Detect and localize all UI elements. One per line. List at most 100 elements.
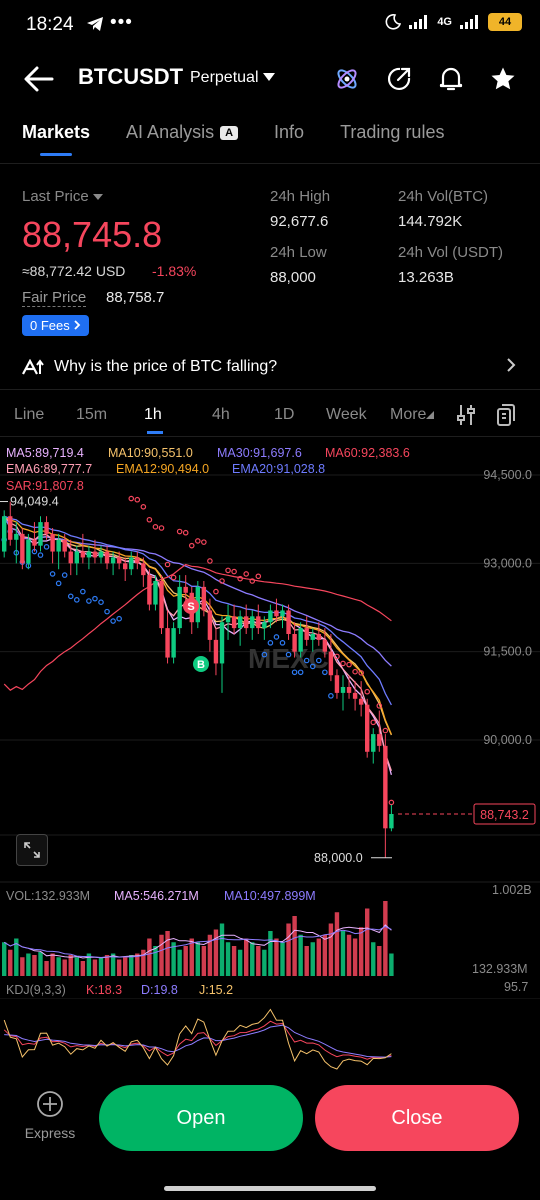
vol-bar [20,957,25,976]
candle-body [286,610,291,634]
back-button[interactable] [22,62,56,96]
symbol-title[interactable]: BTCUSDT [78,64,183,90]
express-label: Express [24,1125,76,1141]
vol-bar [280,942,285,976]
candle-body [14,533,19,540]
tf-1h[interactable]: 1h [144,406,166,434]
y-axis-ticks: 94,500.0 93,000.0 91,500.0 90,000.0 [483,468,532,747]
tf-more[interactable]: More [390,406,452,424]
candle-body [352,692,358,699]
sar-dot [49,571,56,577]
vol-bar [2,942,7,976]
last-price-label[interactable]: Last Price [22,188,103,205]
y-tick-label: 93,000.0 [483,556,532,570]
tf-line[interactable]: Line [14,406,76,424]
vol-bar [244,938,249,976]
tab-markets[interactable]: Markets [22,122,90,156]
sar-dot [98,599,104,606]
candle-body [304,628,309,640]
candle-body [328,651,334,676]
vol-bar [68,955,73,976]
chart-mode-button[interactable] [496,403,516,432]
star-icon [491,67,515,90]
tab-info[interactable]: Info [274,122,304,143]
tf-15m[interactable]: 15m [76,406,144,424]
favorite-button[interactable] [486,62,520,96]
caret-down-icon [262,73,275,81]
divider [0,389,540,390]
home-indicator [164,1186,376,1191]
low-24h-value: 88,000 [270,269,316,286]
vol-bar [183,946,188,976]
y-tick-label: 94,500.0 [483,468,532,482]
vol-bar [383,901,388,976]
candle-body [165,628,170,658]
fair-price-label[interactable]: Fair Price [22,289,87,307]
sar-dot [328,693,334,699]
candle-body [389,814,394,829]
vol-bar [286,923,291,976]
sar-dot [231,568,237,575]
candle-body [365,704,370,752]
ai-question-link[interactable]: Why is the price of BTC falling? [22,358,277,376]
tab-trading-rules[interactable]: Trading rules [340,122,444,143]
indicator-settings-button[interactable] [456,404,476,431]
vol-bar [50,953,55,976]
fullscreen-button[interactable] [16,834,48,866]
candle-body [274,610,279,617]
contract-type-selector[interactable]: Perpetual [190,69,275,87]
contract-type-label: Perpetual [190,69,259,86]
kdj-max-label: 95.7 [504,980,529,994]
candle-body [110,557,116,564]
candle-body [92,551,98,558]
tf-1d[interactable]: 1D [274,406,326,424]
candle-body [62,539,67,552]
vol-bar [116,959,122,976]
price-change: -1.83% [152,263,197,279]
ai-atom-button[interactable] [330,62,364,96]
chevron-right-icon[interactable] [506,358,516,377]
tab-ai-analysis[interactable]: AI Analysis A [126,122,239,143]
low-24h-label: 24h Low [270,244,327,261]
alert-button[interactable] [434,62,468,96]
candle-body [123,563,128,570]
sar-dot [116,615,122,622]
vol-bar [328,923,334,976]
sar-dot [86,598,92,604]
candle-body [225,616,231,623]
candle-body [250,616,255,629]
high-24h-value: 92,677.6 [270,213,329,230]
vol-bar [292,916,297,976]
buy-marker-label: B [197,659,205,671]
vol-bar [195,942,200,976]
kdj-d-line [4,1024,392,1058]
share-button[interactable] [382,62,416,96]
sar-dot [340,660,346,667]
candle-body [50,533,55,552]
vol-btc-label: 24h Vol(BTC) [398,188,489,205]
express-button[interactable]: Express [22,1090,78,1141]
candle-body [316,634,321,640]
vol-bar [358,927,364,976]
candle-body [98,551,104,558]
candle-body [8,516,13,540]
zero-fees-button[interactable]: 0 Fees [22,315,90,336]
status-bar: 18:24 ••• 4G 44 [0,0,540,52]
close-button[interactable]: Close [315,1085,519,1151]
candlestick-chart[interactable]: MEXC 94,049.4 88,000.0 88,743.2 S B 94,500.0… [0,440,540,880]
sar-dot [61,572,68,578]
candle-body [26,539,31,564]
candle-body [358,698,364,705]
sar-dot [225,567,231,574]
sar-dot [67,593,74,600]
sar-dot [146,516,153,523]
open-button[interactable]: Open [99,1085,303,1151]
markers: 94,049.4 88,000.0 88,743.2 S B [0,495,536,865]
sell-marker-label: S [187,601,194,613]
tf-4h[interactable]: 4h [212,406,274,424]
candle-body [219,622,225,664]
sar-dot [37,552,44,558]
candle-body [310,634,315,640]
sar-dot [364,688,371,695]
tf-week[interactable]: Week [326,406,390,424]
